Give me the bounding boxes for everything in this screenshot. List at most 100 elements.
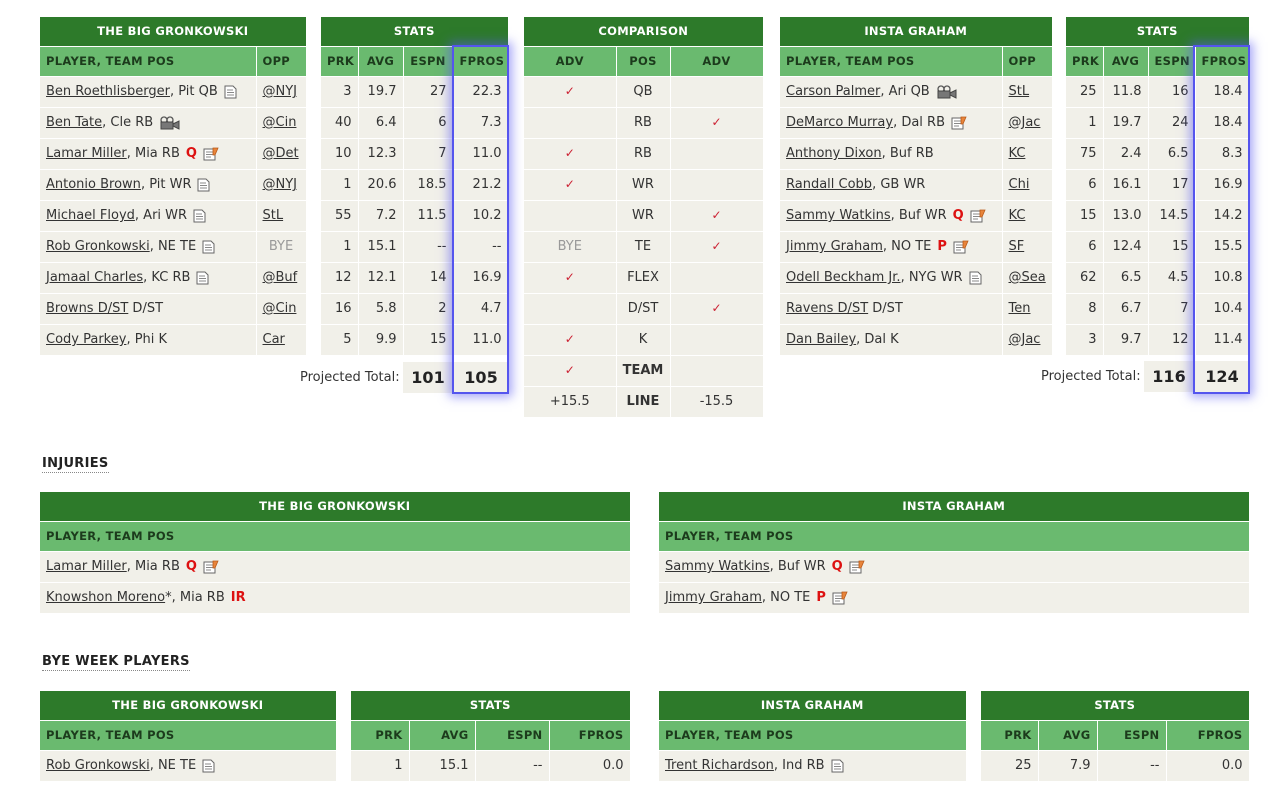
fpros-column-header[interactable]: FPROS (453, 46, 509, 77)
player-cell: DeMarco Murray, Dal RB (780, 107, 1003, 139)
opponent-link[interactable]: @Buf (263, 270, 298, 285)
left-bye-stats-header: STATS (351, 691, 631, 721)
position-label: RB (634, 146, 652, 161)
stats-row: 75 2.4 6.5 8.3 (1066, 138, 1250, 170)
opponent-link[interactable]: Ten (1009, 301, 1031, 316)
avg-column-header[interactable]: AVG (1103, 46, 1149, 77)
opponent-link[interactable]: @NYJ (263, 177, 298, 192)
notes-icon[interactable] (202, 240, 216, 254)
prk-column-header[interactable]: PRK (1066, 46, 1104, 77)
player-name-link[interactable]: Ben Roethlisberger (46, 84, 170, 99)
player-name-link[interactable]: Ravens D/ST (786, 301, 868, 316)
opponent-link[interactable]: SF (1009, 239, 1025, 254)
player-name-link[interactable]: Rob Gronkowski (46, 758, 150, 773)
opponent-link[interactable]: @Jac (1009, 115, 1041, 130)
right-advantage-cell: -15.5 (670, 386, 764, 418)
player-cell: Cody Parkey, Phi K (40, 324, 257, 356)
opponent-link[interactable]: StL (1009, 84, 1030, 99)
player-name-link[interactable]: Cody Parkey (46, 332, 126, 347)
player-name-link[interactable]: Randall Cobb (786, 177, 872, 192)
news-icon[interactable] (953, 240, 969, 254)
news-icon[interactable] (849, 560, 865, 574)
roster-row: Ravens D/ST D/ST Ten (780, 293, 1053, 325)
opponent-cell: @NYJ (256, 76, 307, 108)
player-name-link[interactable]: Lamar Miller (46, 559, 127, 574)
player-name-link[interactable]: Browns D/ST (46, 301, 128, 316)
notes-icon[interactable] (196, 271, 210, 285)
player-name-link[interactable]: Lamar Miller (46, 146, 127, 161)
prk-column-header[interactable]: PRK (981, 720, 1039, 751)
fpros-cell: 0.0 (1166, 750, 1250, 782)
espn-cell: 4.5 (1148, 262, 1196, 294)
checkmark-icon: ✓ (564, 84, 575, 98)
notes-icon[interactable] (197, 178, 211, 192)
opponent-link[interactable]: StL (263, 208, 284, 223)
right-team-header: INSTA GRAHAM (780, 17, 1053, 47)
opponent-link[interactable]: Chi (1009, 177, 1030, 192)
prk-cell: 25 (1066, 76, 1104, 108)
player-name-link[interactable]: Rob Gronkowski (46, 239, 150, 254)
notes-icon[interactable] (224, 85, 238, 99)
player-name-link[interactable]: Sammy Watkins (786, 208, 891, 223)
espn-column-header[interactable]: ESPN (1148, 46, 1196, 77)
notes-icon[interactable] (202, 759, 216, 773)
player-name-link[interactable]: DeMarco Murray (786, 115, 893, 130)
player-name-link[interactable]: Anthony Dixon (786, 146, 882, 161)
espn-column-header[interactable]: ESPN (475, 720, 550, 751)
news-icon[interactable] (951, 116, 967, 130)
avg-cell: 13.0 (1103, 200, 1149, 232)
opponent-link[interactable]: KC (1009, 146, 1026, 161)
fpros-cell: 11.0 (453, 138, 509, 170)
opponent-link[interactable]: @Cin (263, 115, 297, 130)
left-roster-table: THE BIG GRONKOWSKI PLAYER, TEAM POS OPP … (40, 17, 307, 356)
espn-cell: 2 (403, 293, 454, 325)
player-name-link[interactable]: Trent Richardson (665, 758, 774, 773)
video-icon[interactable] (159, 115, 181, 130)
player-name-link[interactable]: Odell Beckham Jr. (786, 270, 901, 285)
opponent-cell: StL (256, 200, 307, 232)
roster-row: Jamaal Charles, KC RB @Buf (40, 262, 307, 294)
fpros-column-header[interactable]: FPROS (1166, 720, 1250, 751)
news-icon[interactable] (832, 591, 848, 605)
avg-column-header[interactable]: AVG (358, 46, 404, 77)
opponent-link[interactable]: @Det (263, 146, 299, 161)
news-icon[interactable] (203, 147, 219, 161)
espn-column-header[interactable]: ESPN (403, 46, 454, 77)
fpros-column-header[interactable]: FPROS (1195, 46, 1250, 77)
news-icon[interactable] (203, 560, 219, 574)
opponent-link[interactable]: @Jac (1009, 332, 1041, 347)
notes-icon[interactable] (969, 271, 983, 285)
opponent-link[interactable]: KC (1009, 208, 1026, 223)
comparison-row: BYE TE ✓ (524, 231, 764, 263)
left-projected-total-espn: 101 (403, 362, 453, 393)
player-name-link[interactable]: Sammy Watkins (665, 559, 770, 574)
player-name-link[interactable]: Jimmy Graham (786, 239, 883, 254)
prk-cell: 1 (321, 169, 359, 201)
comparison-row: ✓ RB (524, 138, 764, 170)
comparison-header: COMPARISON (524, 17, 764, 47)
player-name-link[interactable]: Dan Bailey (786, 332, 856, 347)
player-name-link[interactable]: Michael Floyd (46, 208, 135, 223)
avg-column-header[interactable]: AVG (1038, 720, 1098, 751)
player-name-link[interactable]: Jimmy Graham (665, 590, 762, 605)
espn-column-header[interactable]: ESPN (1097, 720, 1167, 751)
opponent-link[interactable]: @Cin (263, 301, 297, 316)
notes-icon[interactable] (193, 209, 207, 223)
avg-column-header[interactable]: AVG (409, 720, 476, 751)
player-name-link[interactable]: Antonio Brown (46, 177, 141, 192)
news-icon[interactable] (970, 209, 986, 223)
prk-column-header[interactable]: PRK (321, 46, 359, 77)
opponent-link[interactable]: Car (263, 332, 285, 347)
player-name-link[interactable]: Jamaal Charles (46, 270, 143, 285)
notes-icon[interactable] (831, 759, 845, 773)
fpros-column-header[interactable]: FPROS (549, 720, 631, 751)
player-column-header: PLAYER, TEAM POS (40, 46, 257, 77)
advantage-value: +15.5 (549, 394, 590, 409)
opponent-link[interactable]: @Sea (1009, 270, 1046, 285)
video-icon[interactable] (936, 84, 958, 99)
prk-column-header[interactable]: PRK (351, 720, 410, 751)
player-name-link[interactable]: Ben Tate (46, 115, 102, 130)
player-name-link[interactable]: Knowshon Moreno (46, 590, 165, 605)
player-name-link[interactable]: Carson Palmer (786, 84, 880, 99)
opponent-link[interactable]: @NYJ (263, 84, 298, 99)
